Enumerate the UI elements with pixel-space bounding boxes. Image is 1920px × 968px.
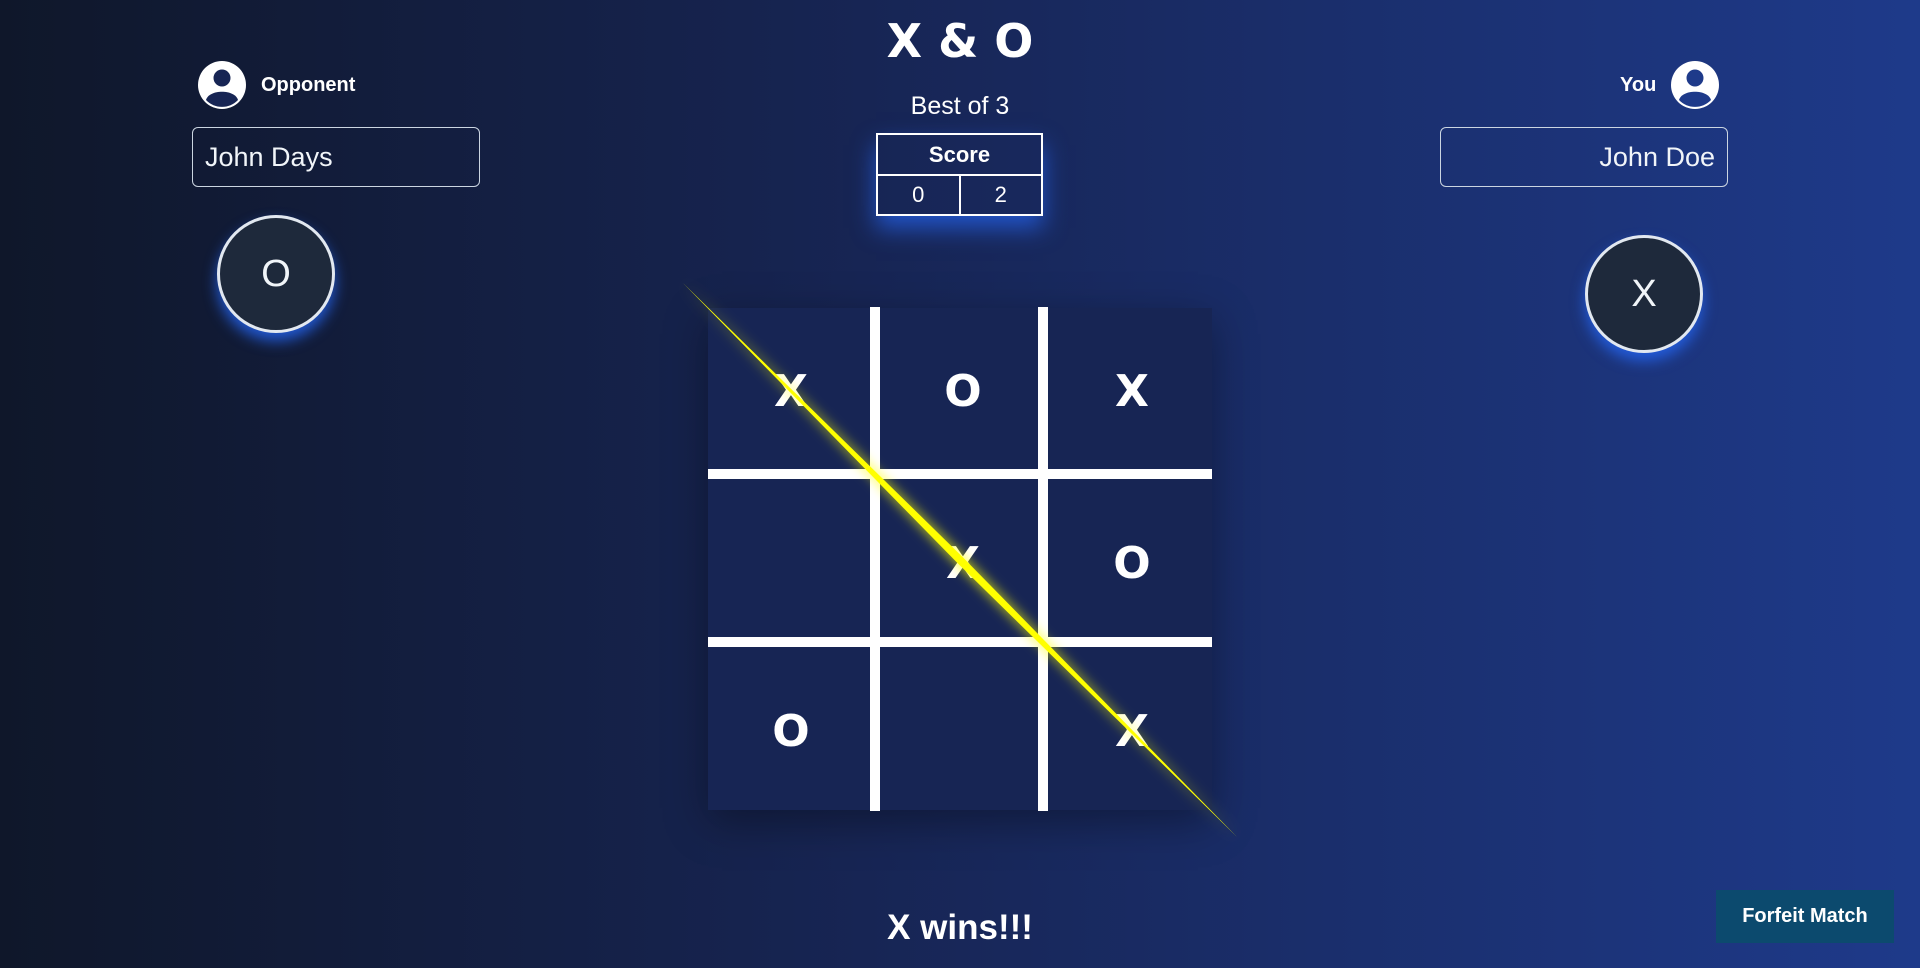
board-cell-2[interactable]: O (884, 308, 1042, 474)
player-label: You (1620, 73, 1657, 96)
forfeit-match-button[interactable]: Forfeit Match (1716, 890, 1894, 943)
user-circle-icon (198, 61, 246, 109)
player-name-field[interactable]: John Doe (1440, 127, 1728, 187)
grid-line-vertical (1038, 307, 1048, 811)
player-score: 2 (958, 176, 1042, 214)
game-board: X O X X O O X (708, 307, 1212, 811)
opponent-name-field[interactable]: John Days (192, 127, 480, 187)
score-table: Score 0 2 (876, 133, 1043, 216)
board-cell-4[interactable] (708, 484, 874, 642)
score-row: 0 2 (878, 176, 1041, 214)
player-header: You (1620, 60, 1720, 110)
user-circle-icon (1671, 61, 1720, 109)
opponent-label: Opponent (261, 73, 356, 96)
grid-line-horizontal (708, 637, 1212, 647)
board-cell-7[interactable]: O (708, 652, 874, 810)
board-cell-8[interactable] (884, 652, 1042, 810)
board-cell-1[interactable]: X (708, 308, 874, 474)
opponent-score: 0 (912, 182, 925, 207)
board-cell-3[interactable]: X (1052, 308, 1212, 474)
grid-line-horizontal (708, 469, 1212, 479)
player-symbol-token: X (1585, 235, 1703, 353)
opponent-symbol-token: O (217, 215, 335, 333)
opponent-header: Opponent (197, 60, 355, 110)
game-result-message: X wins!!! (887, 908, 1033, 947)
board-cell-6[interactable]: O (1052, 484, 1212, 642)
board-cell-9[interactable]: X (1052, 652, 1212, 810)
grid-line-vertical (870, 307, 880, 811)
board-cell-5[interactable]: X (884, 484, 1042, 642)
score-label: Score (878, 135, 1041, 176)
